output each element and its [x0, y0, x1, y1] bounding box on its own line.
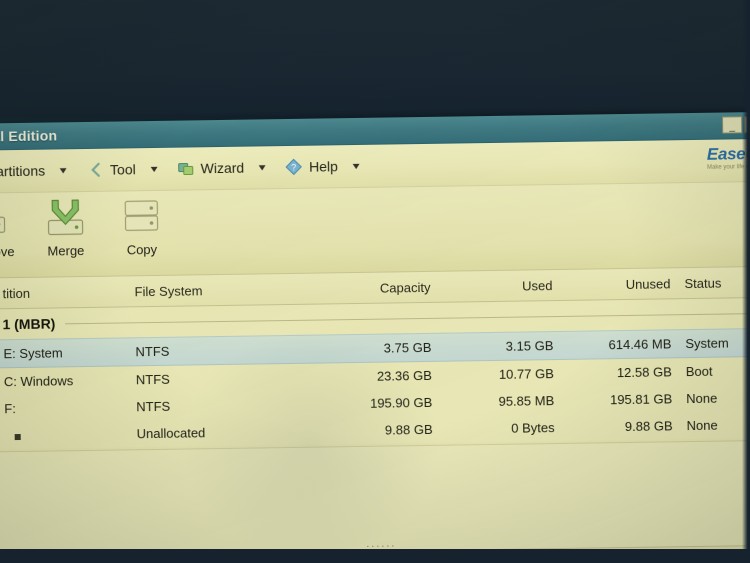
resize-move-button[interactable]: ze/Move — [0, 199, 28, 260]
window-title: al Edition — [0, 127, 58, 145]
column-header-partition[interactable]: tition — [0, 284, 135, 302]
column-header-status[interactable]: Status — [670, 275, 750, 291]
unallocated-marker-icon — [14, 433, 21, 441]
cell-unused: 614.46 MB — [608, 336, 672, 353]
disk-map-pane: ······ ◄ — [0, 439, 750, 563]
menu-item-help[interactable]: ? Help ▼ — [285, 157, 362, 176]
minimize-icon: _ — [729, 121, 736, 133]
easeus-partition-master-window: al Edition _ ❐ Partitions ▼ — [0, 111, 750, 563]
minimize-button[interactable]: _ — [722, 116, 743, 134]
chevron-down-icon[interactable]: ▼ — [350, 161, 362, 171]
copy-icon — [118, 197, 165, 238]
help-icon: ? — [285, 158, 303, 176]
column-header-file-system[interactable]: File System — [134, 281, 304, 299]
monitor-right-edge — [742, 0, 750, 563]
disk-group-divider — [65, 312, 750, 324]
menu-label-partitions: Partitions — [0, 162, 46, 180]
disk-group-label: Disk 1 (MBR) — [0, 315, 56, 333]
resize-move-icon — [0, 199, 13, 240]
cell-used: 0 Bytes — [511, 420, 555, 436]
cell-partition — [0, 426, 137, 444]
menu-item-wizard[interactable]: Wizard ▼ — [176, 158, 269, 177]
menu-item-tool[interactable]: Tool ▼ — [86, 160, 160, 179]
cell-file-system: NTFS — [136, 398, 171, 415]
column-header-unused[interactable]: Unused — [552, 276, 671, 293]
cell-partition: E: System — [3, 345, 63, 362]
menu-label-wizard: Wizard — [200, 159, 245, 177]
cell-status: None — [686, 390, 718, 407]
menu-item-partitions[interactable]: Partitions ▼ — [0, 162, 70, 180]
cell-capacity: 3.75 GB — [383, 339, 432, 356]
svg-text:?: ? — [292, 162, 297, 172]
copy-button[interactable]: Copy — [103, 197, 180, 258]
cell-status: System — [685, 335, 729, 352]
resize-move-label: ze/Move — [0, 244, 15, 260]
chevron-down-icon[interactable]: ▼ — [148, 164, 160, 174]
chevron-down-icon[interactable]: ▼ — [58, 165, 70, 175]
cell-status: Boot — [685, 363, 713, 380]
desktop-background — [0, 0, 750, 132]
monitor-bottom-edge — [0, 549, 750, 563]
copy-label: Copy — [126, 241, 158, 258]
cell-unused: 195.81 GB — [609, 391, 673, 408]
cell-partition: C: Windows — [3, 373, 74, 390]
cell-used: 95.85 MB — [498, 393, 555, 409]
wrench-icon — [86, 161, 104, 179]
cell-used: 10.77 GB — [498, 366, 554, 382]
screen-photo: al Edition _ ❐ Partitions ▼ — [0, 0, 750, 563]
menu-label-tool: Tool — [109, 161, 136, 178]
chevron-down-icon[interactable]: ▼ — [257, 162, 269, 172]
cell-file-system: NTFS — [135, 343, 170, 360]
merge-icon — [42, 198, 89, 239]
cell-file-system: Unallocated — [136, 425, 206, 442]
cell-used: 3.15 GB — [505, 338, 554, 354]
partition-table: tition File System Capacity Used Unused … — [0, 266, 750, 451]
merge-button[interactable]: Merge — [27, 198, 104, 259]
cell-partition: F: — [4, 401, 16, 417]
merge-label: Merge — [47, 243, 85, 259]
cell-capacity: 23.36 GB — [376, 367, 432, 384]
cell-capacity: 195.90 GB — [369, 394, 433, 411]
column-header-capacity[interactable]: Capacity — [304, 279, 431, 296]
menu-label-help: Help — [308, 158, 339, 175]
cell-file-system: NTFS — [135, 371, 170, 388]
cell-capacity: 9.88 GB — [384, 421, 433, 438]
cell-unused: 9.88 GB — [624, 418, 673, 435]
tool-bar: ze/Move Merge Copy — [0, 181, 750, 280]
column-header-used[interactable]: Used — [430, 278, 553, 295]
wizard-icon — [176, 159, 194, 177]
cell-unused: 12.58 GB — [616, 364, 672, 381]
cell-status: None — [686, 417, 718, 434]
brand-name-ease: Ease — [706, 144, 746, 164]
